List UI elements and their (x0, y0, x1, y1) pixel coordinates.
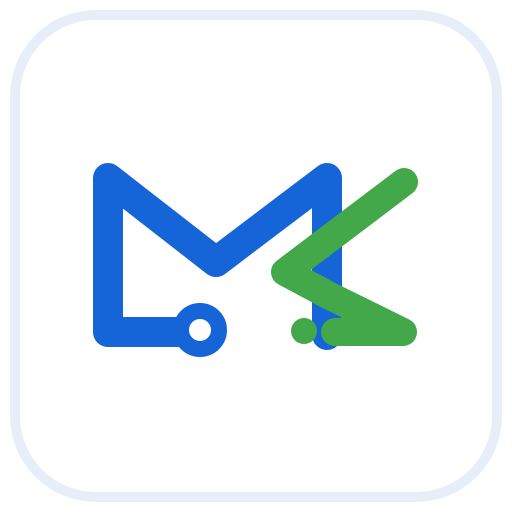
green-dot-icon (291, 318, 317, 344)
mk-logo-icon (93, 163, 418, 357)
m-foot-ring (173, 303, 227, 357)
app-icon-stage (0, 0, 512, 512)
